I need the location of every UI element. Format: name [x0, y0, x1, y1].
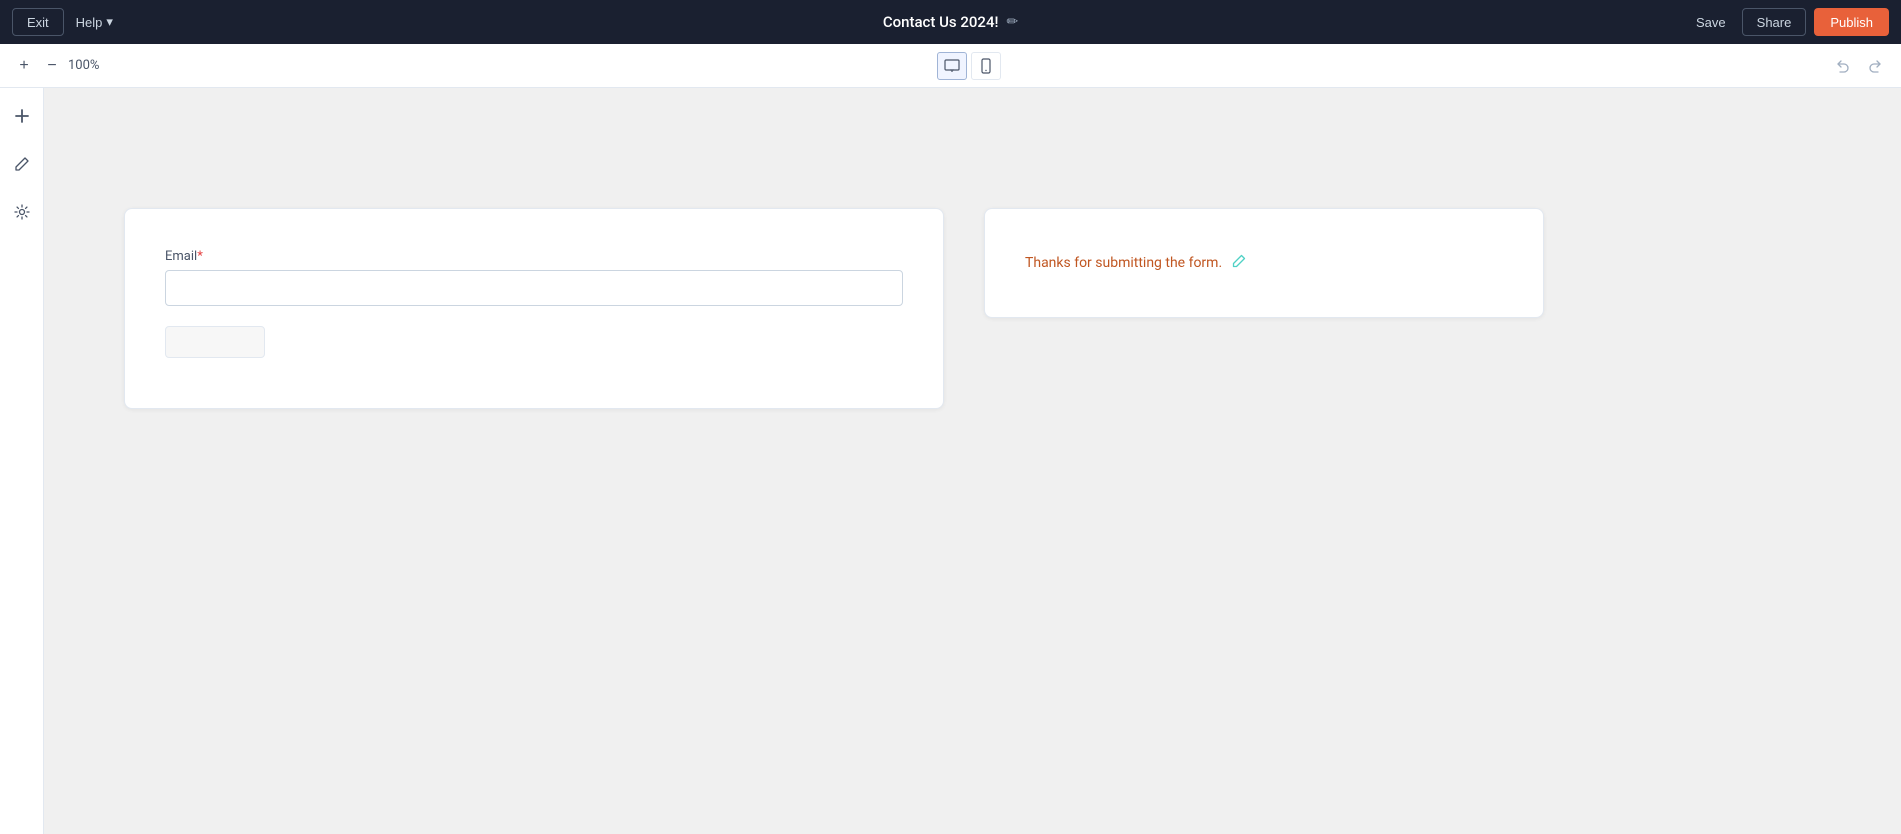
page-title: Contact Us 2024! [883, 13, 999, 31]
thankyou-card: Thanks for submitting the form. [984, 208, 1544, 318]
email-input[interactable] [165, 270, 903, 306]
help-button[interactable]: Help ▾ [76, 14, 113, 30]
thankyou-message: Thanks for submitting the form. [1025, 255, 1222, 271]
top-navigation-bar: Exit Help ▾ Contact Us 2024! ✏ Save Shar… [0, 0, 1901, 44]
thankyou-edit-icon[interactable] [1232, 254, 1246, 272]
toolbar-center [937, 52, 1001, 80]
exit-button[interactable]: Exit [12, 8, 64, 36]
page-title-edit-icon[interactable]: ✏ [1006, 14, 1018, 30]
toolbar-left: + − 100% [12, 54, 108, 78]
add-element-button[interactable] [6, 100, 38, 132]
zoom-level-display: 100% [68, 58, 108, 73]
toolbar-bar: + − 100% [0, 44, 1901, 88]
form-card: Email* [124, 208, 944, 409]
form-submit-button[interactable] [165, 326, 265, 358]
canvas-content: Email* Thanks for submitting the form. [44, 88, 1901, 834]
save-button[interactable]: Save [1688, 11, 1734, 34]
top-bar-left: Exit Help ▾ [12, 8, 113, 36]
publish-button[interactable]: Publish [1814, 8, 1889, 36]
zoom-out-button[interactable]: − [40, 54, 64, 78]
email-label: Email* [165, 249, 903, 264]
settings-button[interactable] [6, 196, 38, 228]
edit-tool-button[interactable] [6, 148, 38, 180]
share-button[interactable]: Share [1742, 8, 1807, 36]
zoom-in-button[interactable]: + [12, 54, 36, 78]
toolbar-right [1829, 52, 1889, 80]
desktop-view-toggle[interactable] [937, 52, 967, 80]
email-field-group: Email* [165, 249, 903, 306]
redo-button[interactable] [1861, 52, 1889, 80]
top-bar-center: Contact Us 2024! ✏ [883, 13, 1018, 31]
undo-button[interactable] [1829, 52, 1857, 80]
main-canvas: Email* Thanks for submitting the form. [44, 88, 1901, 834]
required-indicator: * [197, 249, 203, 264]
help-chevron-icon: ▾ [106, 14, 113, 30]
mobile-view-toggle[interactable] [971, 52, 1001, 80]
help-label: Help [76, 15, 103, 30]
left-sidebar [0, 88, 44, 834]
top-bar-right: Save Share Publish [1688, 8, 1889, 36]
